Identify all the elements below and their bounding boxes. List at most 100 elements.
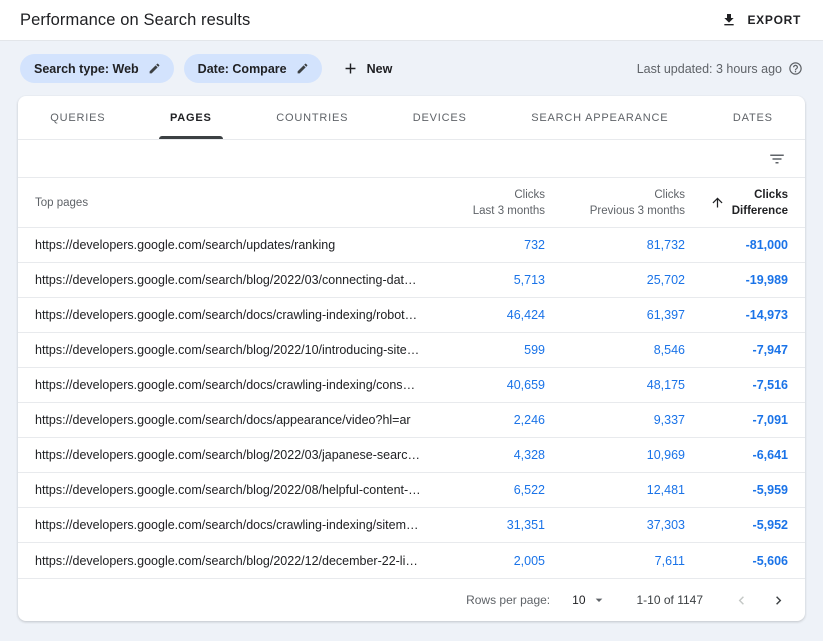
filter-list-icon[interactable]: [768, 150, 786, 168]
caret-down-icon: [591, 592, 607, 608]
clicks-difference-value: -14,973: [685, 308, 788, 322]
clicks-difference-value: -5,952: [685, 518, 788, 532]
rows-per-page-label: Rows per page:: [466, 593, 550, 607]
clicks-previous-value: 8,546: [545, 343, 685, 357]
chevron-right-icon: [770, 592, 787, 609]
pencil-icon: [296, 62, 309, 75]
rows-per-page-select[interactable]: 10: [572, 592, 606, 608]
clicks-previous-value: 7,611: [545, 554, 685, 568]
tab[interactable]: DATES: [701, 96, 805, 139]
page-url[interactable]: https://developers.google.com/search/blo…: [35, 448, 433, 462]
pagination-range: 1-10 of 1147: [637, 593, 704, 607]
tab-label: SEARCH APPEARANCE: [531, 112, 668, 124]
clicks-previous-value: 9,337: [545, 413, 685, 427]
table-row[interactable]: https://developers.google.com/search/doc…: [18, 298, 805, 333]
rows-per-page-value: 10: [572, 593, 585, 607]
tab[interactable]: PAGES: [138, 96, 244, 139]
table-row[interactable]: https://developers.google.com/search/blo…: [18, 333, 805, 368]
last-updated: Last updated: 3 hours ago: [637, 61, 803, 76]
clicks-difference-value: -5,959: [685, 483, 788, 497]
column-header-line: Difference: [732, 203, 788, 219]
table-row[interactable]: https://developers.google.com/search/blo…: [18, 473, 805, 508]
clicks-last-value: 40,659: [433, 378, 545, 392]
export-button[interactable]: EXPORT: [721, 12, 801, 28]
clicks-previous-value: 10,969: [545, 448, 685, 462]
tab[interactable]: COUNTRIES: [244, 96, 381, 139]
column-header-line: Clicks: [433, 187, 545, 203]
clicks-last-value: 2,246: [433, 413, 545, 427]
clicks-difference-value: -19,989: [685, 273, 788, 287]
table-row[interactable]: https://developers.google.com/search/blo…: [18, 263, 805, 298]
clicks-last-value: 46,424: [433, 308, 545, 322]
previous-page-button[interactable]: [731, 590, 752, 611]
tab[interactable]: DEVICES: [381, 96, 499, 139]
table-row[interactable]: https://developers.google.com/search/blo…: [18, 543, 805, 578]
page-title: Performance on Search results: [20, 11, 250, 30]
table-row[interactable]: https://developers.google.com/search/doc…: [18, 508, 805, 543]
column-header-clicks-previous[interactable]: Clicks Previous 3 months: [545, 187, 685, 219]
tab[interactable]: SEARCH APPEARANCE: [499, 96, 701, 139]
column-header-line: Last 3 months: [433, 203, 545, 219]
export-label: EXPORT: [747, 13, 801, 27]
next-page-button[interactable]: [768, 590, 789, 611]
page-url[interactable]: https://developers.google.com/search/doc…: [35, 413, 433, 427]
clicks-previous-value: 48,175: [545, 378, 685, 392]
clicks-difference-value: -7,516: [685, 378, 788, 392]
help-icon[interactable]: [788, 61, 803, 76]
clicks-previous-value: 37,303: [545, 518, 685, 532]
clicks-previous-value: 61,397: [545, 308, 685, 322]
page-url[interactable]: https://developers.google.com/search/doc…: [35, 378, 433, 392]
column-header-lines: Clicks Difference: [732, 187, 788, 219]
chevron-left-icon: [733, 592, 750, 609]
tab-bar: QUERIES PAGES COUNTRIES DEVICES SEARCH A…: [18, 96, 805, 140]
clicks-difference-value: -6,641: [685, 448, 788, 462]
page-url[interactable]: https://developers.google.com/search/doc…: [35, 518, 433, 532]
column-header-line: Clicks: [732, 187, 788, 203]
date-compare-chip[interactable]: Date: Compare: [184, 54, 322, 83]
search-type-chip-label: Search type: Web: [34, 62, 139, 76]
tab[interactable]: QUERIES: [18, 96, 138, 139]
new-filter-button[interactable]: New: [342, 60, 393, 77]
tab-label: PAGES: [170, 112, 212, 124]
filter-chips: Search type: Web Date: Compare New: [20, 54, 392, 83]
plus-icon: [342, 60, 359, 77]
table-row[interactable]: https://developers.google.com/search/upd…: [18, 228, 805, 263]
clicks-last-value: 6,522: [433, 483, 545, 497]
page-url[interactable]: https://developers.google.com/search/blo…: [35, 554, 433, 568]
table-body: https://developers.google.com/search/upd…: [18, 228, 805, 578]
date-compare-chip-label: Date: Compare: [198, 62, 287, 76]
page-url[interactable]: https://developers.google.com/search/doc…: [35, 308, 433, 322]
pencil-icon: [148, 62, 161, 75]
column-header-clicks-difference[interactable]: Clicks Difference: [685, 187, 788, 219]
clicks-last-value: 4,328: [433, 448, 545, 462]
page-url[interactable]: https://developers.google.com/search/blo…: [35, 273, 433, 287]
filter-toolbar: Search type: Web Date: Compare New Last …: [0, 41, 823, 96]
clicks-difference-value: -7,091: [685, 413, 788, 427]
clicks-difference-value: -81,000: [685, 238, 788, 252]
clicks-last-value: 2,005: [433, 554, 545, 568]
clicks-last-value: 31,351: [433, 518, 545, 532]
clicks-last-value: 599: [433, 343, 545, 357]
column-header-line: Clicks: [545, 187, 685, 203]
clicks-difference-value: -5,606: [685, 554, 788, 568]
clicks-last-value: 5,713: [433, 273, 545, 287]
pagination-bar: Rows per page: 10 1-10 of 1147: [18, 578, 805, 621]
table-filter-row: [18, 140, 805, 178]
table-row[interactable]: https://developers.google.com/search/doc…: [18, 368, 805, 403]
report-card: QUERIES PAGES COUNTRIES DEVICES SEARCH A…: [18, 96, 805, 621]
tab-label: DATES: [733, 112, 773, 124]
page-url[interactable]: https://developers.google.com/search/upd…: [35, 238, 433, 252]
top-bar: Performance on Search results EXPORT: [0, 0, 823, 41]
table-row[interactable]: https://developers.google.com/search/doc…: [18, 403, 805, 438]
page-url[interactable]: https://developers.google.com/search/blo…: [35, 483, 433, 497]
column-header-line: Previous 3 months: [545, 203, 685, 219]
clicks-last-value: 732: [433, 238, 545, 252]
download-icon: [721, 12, 737, 28]
search-type-chip[interactable]: Search type: Web: [20, 54, 174, 83]
clicks-previous-value: 25,702: [545, 273, 685, 287]
clicks-previous-value: 81,732: [545, 238, 685, 252]
column-header-clicks-last[interactable]: Clicks Last 3 months: [433, 187, 545, 219]
tab-label: COUNTRIES: [276, 112, 348, 124]
table-row[interactable]: https://developers.google.com/search/blo…: [18, 438, 805, 473]
page-url[interactable]: https://developers.google.com/search/blo…: [35, 343, 433, 357]
